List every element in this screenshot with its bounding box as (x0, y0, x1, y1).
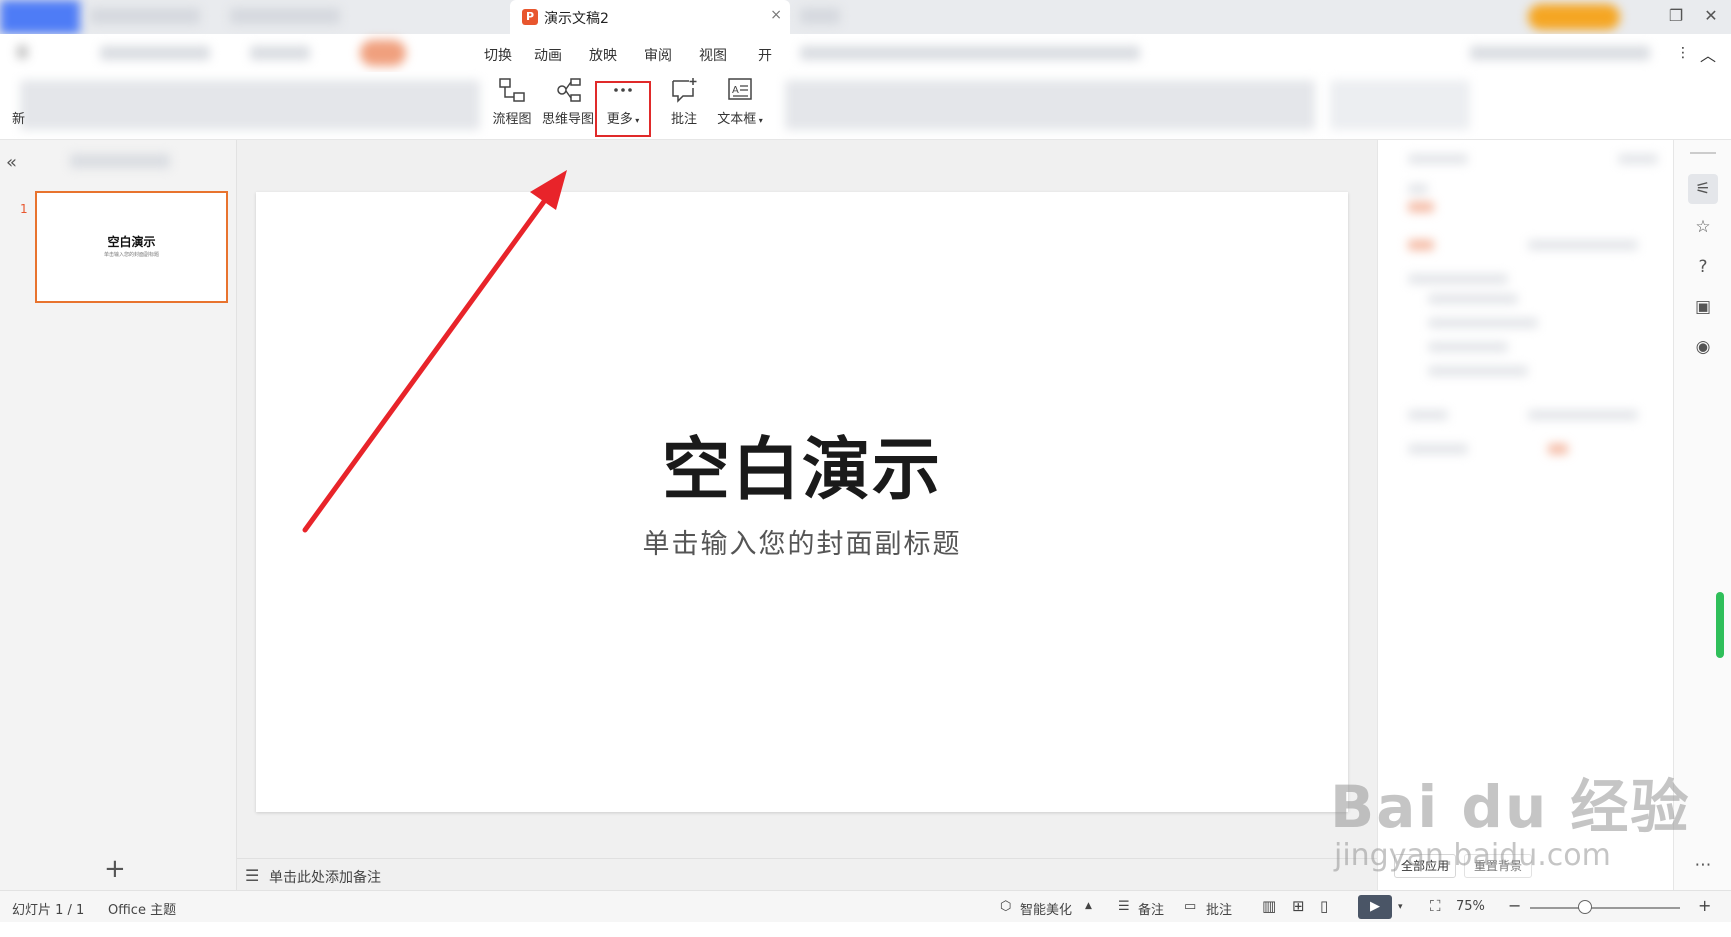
slide-counter: 幻灯片 1 / 1 (12, 903, 85, 918)
chevron-up-icon[interactable]: ▲ (1085, 901, 1092, 911)
more-highlight-box (595, 81, 651, 137)
notes-placeholder[interactable]: 单击此处添加备注 (269, 867, 381, 887)
blurred-tab[interactable] (90, 8, 200, 24)
play-slideshow-button[interactable]: ▶ (1358, 895, 1392, 919)
promo-badge[interactable] (1528, 4, 1620, 30)
slide-subtitle[interactable]: 单击输入您的封面副标题 (256, 522, 1348, 561)
help-icon[interactable]: ? (1688, 252, 1718, 282)
tab-transition[interactable]: 切换 (484, 45, 512, 65)
mindmap-icon (557, 78, 581, 102)
title-bar: P 演示文稿2 × ❐ ✕ (0, 0, 1731, 34)
fit-window-icon[interactable]: ⛶ (1430, 897, 1441, 915)
watermark-brand: Bai du 经验 (1330, 773, 1691, 841)
blurred-menu[interactable] (250, 46, 310, 60)
textbox-button[interactable]: A 文本框 ▾ (712, 76, 768, 134)
home-tab[interactable] (0, 0, 80, 34)
add-slide-icon[interactable]: + (104, 856, 126, 882)
close-tab-icon[interactable]: × (770, 7, 782, 23)
blurred-ribbon-group[interactable] (785, 80, 1315, 130)
smart-beautify-button[interactable]: 智能美化 (1020, 899, 1072, 918)
scroll-indicator[interactable] (1716, 592, 1724, 658)
document-tab[interactable]: P 演示文稿2 × (510, 0, 790, 34)
presentation-icon: P (522, 9, 538, 25)
flowchart-icon (499, 78, 525, 102)
settings-sliders-icon[interactable]: ⚟ (1688, 174, 1718, 204)
ribbon-new-fragment: 新 (12, 112, 26, 127)
window-bottom-edge (0, 922, 1731, 937)
image-tool-icon[interactable]: ▣ (1688, 292, 1718, 322)
svg-text:A: A (732, 85, 739, 96)
collapse-ribbon-icon[interactable]: ︿ (1700, 42, 1716, 66)
comment-toggle-button[interactable]: 批注 (1206, 899, 1232, 918)
normal-view-icon[interactable]: ▥ (1262, 897, 1276, 915)
slide-canvas-area: 空白演示 单击输入您的封面副标题 (237, 140, 1377, 858)
more-options-icon[interactable]: ⋮ (1676, 45, 1690, 61)
tab-developer[interactable]: 开 (758, 45, 772, 65)
zoom-in-icon[interactable]: + (1698, 896, 1711, 915)
textbox-label: 文本框 ▾ (717, 112, 763, 127)
blurred-menu[interactable] (100, 46, 210, 60)
zoom-level[interactable]: 75% (1456, 899, 1485, 914)
blurred-panel-tabs[interactable] (70, 154, 170, 168)
mindmap-button[interactable]: 思维导图 (540, 76, 596, 134)
status-bar: 幻灯片 1 / 1 Office 主题 ⬡ 智能美化 ▲ ☰ 备注 ▭ 批注 ▥… (0, 890, 1731, 922)
theme-name[interactable]: Office 主题 (108, 899, 176, 918)
blurred-ribbon-group[interactable] (20, 80, 480, 130)
comment-toggle-icon[interactable]: ▭ (1184, 899, 1196, 914)
zoom-out-icon[interactable]: − (1508, 896, 1521, 915)
star-icon[interactable]: ☆ (1688, 212, 1718, 242)
close-window-icon[interactable]: ✕ (1700, 6, 1722, 25)
thumbnail-title: 空白演示 (107, 235, 156, 249)
restore-icon[interactable]: ❐ (1665, 6, 1687, 25)
grid-view-icon[interactable]: ⊞ (1292, 897, 1305, 915)
menu-icon[interactable]: ☰ (16, 45, 29, 61)
flowchart-label: 流程图 (492, 112, 532, 127)
document-tab-title: 演示文稿2 (544, 11, 609, 27)
comment-button[interactable]: 批注 (656, 76, 712, 134)
chevron-down-icon[interactable]: ▾ (1398, 902, 1403, 912)
baidu-watermark: Bai du 经验 jingyan.baidu.com (1330, 760, 1690, 873)
blurred-tab[interactable] (230, 8, 340, 24)
textbox-icon: A (728, 78, 752, 100)
tab-review[interactable]: 审阅 (644, 45, 672, 65)
slide-thumbnail[interactable]: 空白演示 单击输入您的封面副标题 (35, 191, 228, 303)
smart-beautify-icon[interactable]: ⬡ (1000, 899, 1011, 914)
notes-toggle-button[interactable]: 备注 (1138, 899, 1164, 918)
comment-label: 批注 (670, 112, 697, 127)
notes-toggle-icon[interactable]: ☰ (1118, 899, 1130, 914)
slide-number: 1 (20, 202, 28, 216)
more-dots-icon[interactable]: ⋯ (1688, 850, 1718, 880)
notes-icon: ☰ (245, 866, 260, 885)
zoom-slider-track[interactable] (1530, 907, 1680, 909)
blurred-active-tab[interactable] (360, 40, 406, 66)
collapse-panel-icon[interactable]: « (6, 152, 17, 173)
drag-handle[interactable] (1690, 152, 1716, 154)
reading-view-icon[interactable]: ▯ (1320, 897, 1328, 915)
blurred-menu[interactable] (1470, 46, 1650, 60)
slide-canvas[interactable]: 空白演示 单击输入您的封面副标题 (256, 192, 1348, 812)
flowchart-button[interactable]: 流程图 (484, 76, 540, 134)
slide-thumbnail-panel: « 1 空白演示 单击输入您的封面副标题 + (0, 140, 237, 890)
notes-bar[interactable]: ☰ 单击此处添加备注 (237, 858, 1377, 890)
blurred-ribbon-group[interactable] (1330, 80, 1470, 130)
location-icon[interactable]: ◉ (1688, 332, 1718, 362)
tab-slideshow[interactable]: 放映 (589, 45, 617, 65)
tab-animation[interactable]: 动画 (534, 45, 562, 65)
new-tab-button[interactable] (800, 8, 840, 24)
tab-view[interactable]: 视图 (699, 45, 727, 65)
zoom-slider-handle[interactable] (1578, 900, 1592, 914)
blurred-menu[interactable] (800, 46, 1140, 60)
slide-title[interactable]: 空白演示 (256, 414, 1348, 513)
thumbnail-subtitle: 单击输入您的封面副标题 (103, 252, 159, 258)
ribbon: 新 流程图 思维导图 更多 ▾ 批注 A 文本框 ▾ (0, 72, 1731, 140)
mindmap-label: 思维导图 (541, 112, 594, 127)
comment-icon (672, 78, 697, 103)
menu-tabs: ☰ 切换 动画 放映 审阅 视图 开 ⋮ ︿ (0, 34, 1731, 72)
